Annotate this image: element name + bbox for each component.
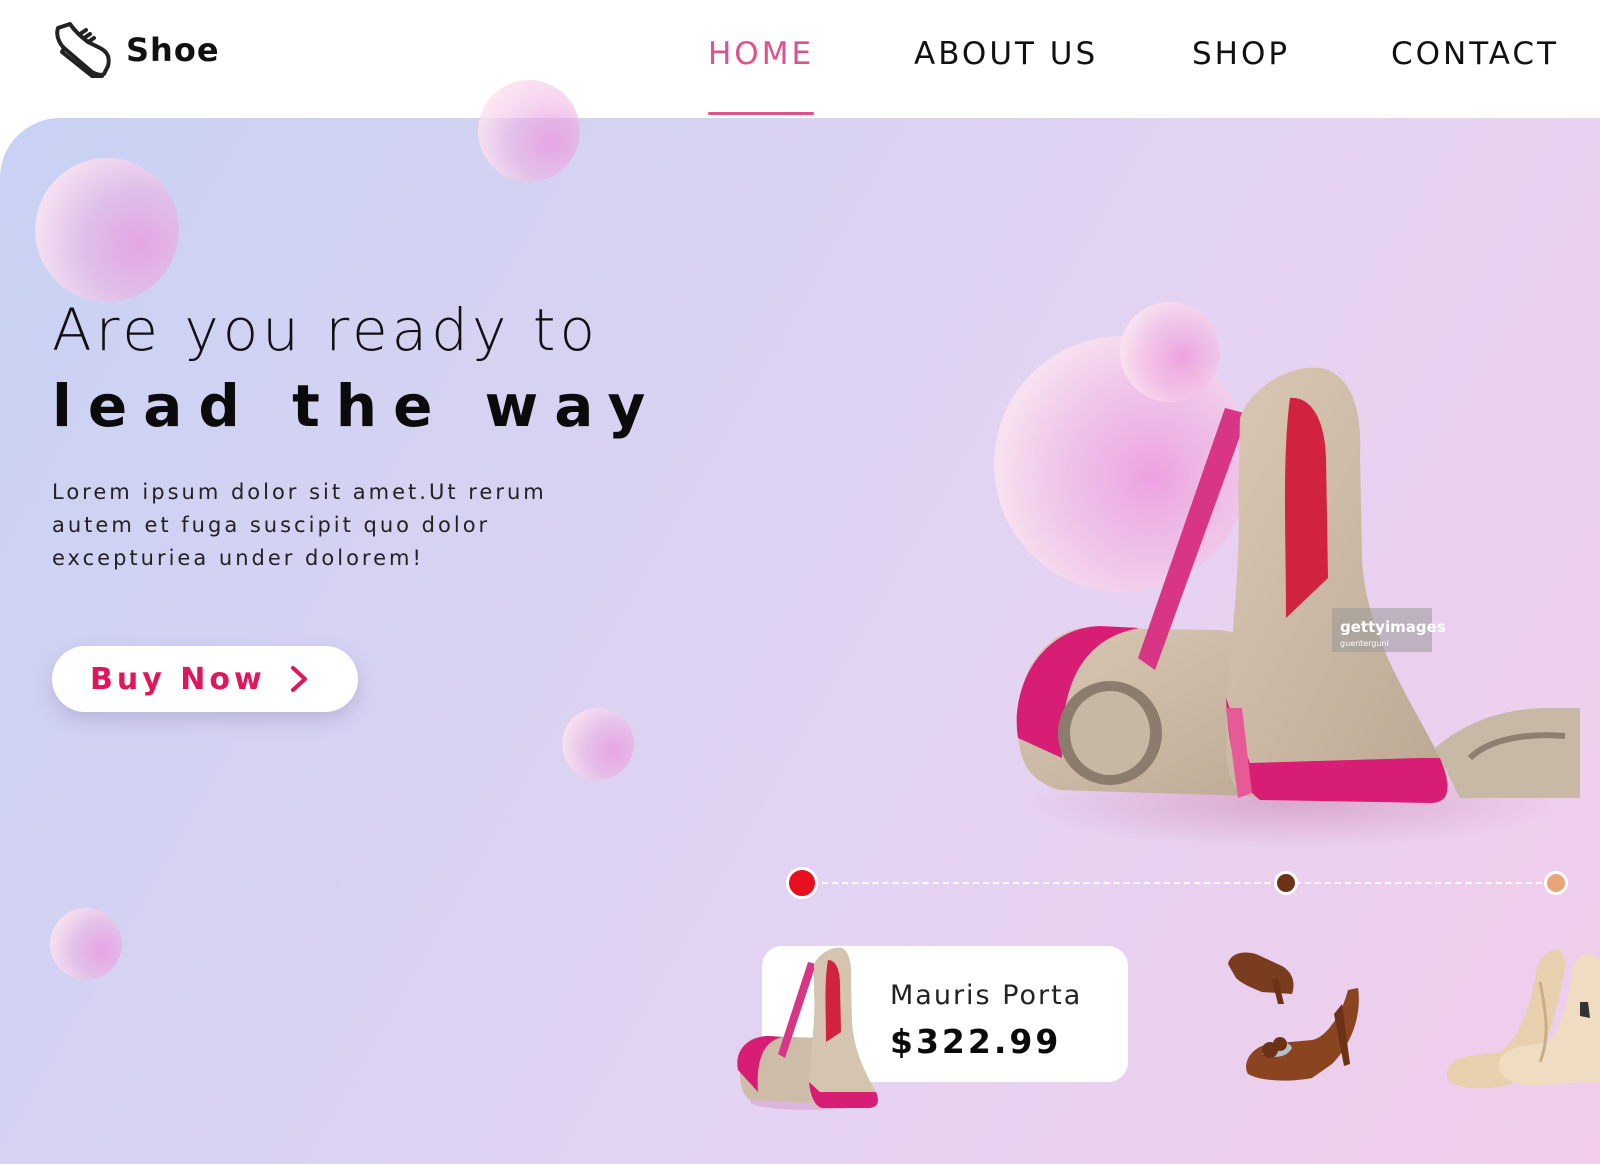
watermark-brand: gettyimages: [1340, 618, 1446, 636]
nav-contact[interactable]: CONTACT: [1391, 36, 1559, 72]
nav-shop[interactable]: SHOP: [1192, 36, 1290, 72]
headline-light: Are you ready to: [52, 296, 599, 364]
product-thumbnail-brown-pumps[interactable]: [1222, 944, 1362, 1084]
color-option-brown[interactable]: [1274, 871, 1298, 895]
color-option-tan[interactable]: [1544, 871, 1568, 895]
buy-now-label: Buy Now: [90, 661, 266, 697]
nav-home[interactable]: HOME: [708, 36, 814, 72]
hero-description: Lorem ipsum dolor sit amet.Ut rerum aute…: [52, 480, 547, 570]
nav-about-us[interactable]: ABOUT US: [914, 36, 1098, 72]
hero-section: Are you ready to lead the way Lorem ipsu…: [0, 118, 1600, 1164]
product-price: $322.99: [890, 1022, 1062, 1061]
decor-bubble: [562, 708, 634, 780]
decor-bubble: [478, 80, 580, 182]
site-header: Shoe HOME ABOUT US SHOP CONTACT: [0, 0, 1600, 118]
chevron-right-icon: [290, 666, 307, 692]
hero-headline: Are you ready to lead the way: [52, 292, 661, 444]
headline-bold: lead the way: [52, 372, 662, 440]
color-option-red[interactable]: [786, 867, 818, 899]
decor-bubble: [35, 158, 179, 302]
main-product-image: gettyimages guenterguni: [994, 302, 1580, 848]
active-nav-underline: [708, 112, 814, 115]
watermark-credit: guenterguni: [1340, 639, 1389, 648]
main-nav: HOME ABOUT US SHOP CONTACT: [0, 36, 1600, 116]
buy-now-button[interactable]: Buy Now: [52, 646, 358, 712]
product-thumbnail-beige-pumps[interactable]: [1440, 942, 1600, 1092]
product-thumbnail[interactable]: [730, 942, 880, 1114]
color-selector-track: [802, 882, 1562, 884]
product-name: Mauris Porta: [890, 980, 1083, 1011]
decor-bubble: [50, 908, 122, 980]
